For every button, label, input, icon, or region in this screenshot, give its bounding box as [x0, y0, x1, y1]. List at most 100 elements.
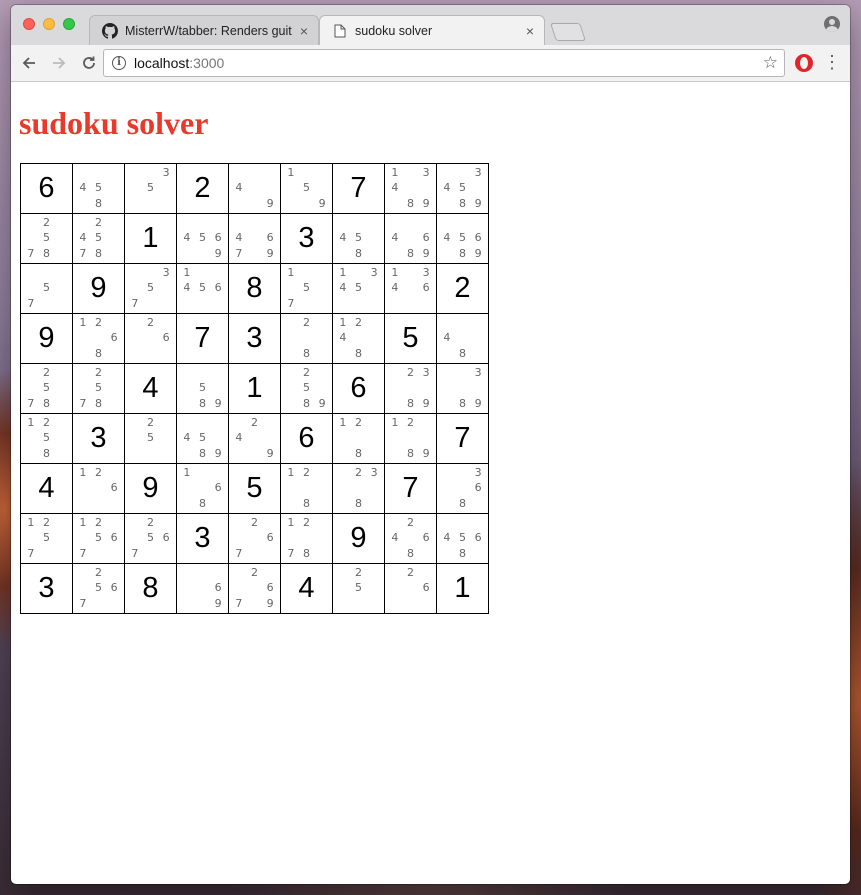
sudoku-cell-candidates[interactable]: 157	[281, 264, 333, 314]
profile-icon[interactable]	[824, 16, 840, 32]
sudoku-cell-candidates[interactable]: 48	[437, 314, 489, 364]
new-tab-button[interactable]	[550, 23, 586, 41]
sudoku-cell-solved[interactable]: 9	[333, 514, 385, 564]
sudoku-cell-candidates[interactable]: 1 3 45	[333, 264, 385, 314]
sudoku-cell-solved[interactable]: 8	[229, 264, 281, 314]
sudoku-cell-solved[interactable]: 1	[437, 564, 489, 614]
back-arrow-icon[interactable]	[17, 51, 41, 75]
sudoku-cell-solved[interactable]: 9	[125, 464, 177, 514]
sudoku-cell-candidates[interactable]: 1 3 489	[385, 164, 437, 214]
sudoku-cell-solved[interactable]: 4	[281, 564, 333, 614]
tab-github[interactable]: MisterrW/tabber: Renders guit ×	[89, 15, 319, 45]
sudoku-cell-solved[interactable]: 9	[21, 314, 73, 364]
sudoku-cell-candidates[interactable]: 2589	[281, 364, 333, 414]
sudoku-cell-candidates[interactable]: 2578	[73, 364, 125, 414]
sudoku-cell-candidates[interactable]: 357	[125, 264, 177, 314]
sudoku-cell-candidates[interactable]: 12 8	[281, 464, 333, 514]
sudoku-cell-solved[interactable]: 6	[333, 364, 385, 414]
sudoku-cell-candidates[interactable]: 26	[385, 564, 437, 614]
sudoku-cell-solved[interactable]: 5	[385, 314, 437, 364]
candidate-digit	[127, 180, 143, 195]
sudoku-cell-candidates[interactable]: 1248	[333, 314, 385, 364]
sudoku-cell-solved[interactable]: 6	[281, 414, 333, 464]
sudoku-cell-candidates[interactable]: 24 9	[229, 414, 281, 464]
sudoku-cell-solved[interactable]: 7	[177, 314, 229, 364]
sudoku-cell-solved[interactable]: 1	[125, 214, 177, 264]
sudoku-cell-candidates[interactable]: 4 689	[385, 214, 437, 264]
close-window-button[interactable]	[23, 18, 35, 30]
sudoku-cell-candidates[interactable]: 3 89	[437, 364, 489, 414]
sudoku-cell-candidates[interactable]: 458	[333, 214, 385, 264]
tab-sudoku-solver[interactable]: sudoku solver ×	[319, 15, 545, 45]
sudoku-cell-candidates[interactable]: 368	[437, 464, 489, 514]
sudoku-cell-solved[interactable]: 3	[21, 564, 73, 614]
sudoku-cell-candidates[interactable]: 23 89	[385, 364, 437, 414]
sudoku-cell-solved[interactable]: 6	[21, 164, 73, 214]
sudoku-cell-candidates[interactable]: 256 7	[125, 514, 177, 564]
sudoku-cell-candidates[interactable]: 1268	[73, 314, 125, 364]
candidate-digit	[106, 396, 122, 411]
sudoku-cell-solved[interactable]: 9	[73, 264, 125, 314]
sudoku-cell-candidates[interactable]: 28	[281, 314, 333, 364]
bookmark-star-icon[interactable]: ☆	[763, 53, 778, 73]
sudoku-cell-candidates[interactable]: 45689	[437, 214, 489, 264]
sudoku-cell-solved[interactable]: 2	[177, 164, 229, 214]
sudoku-cell-candidates[interactable]: 24578	[73, 214, 125, 264]
sudoku-cell-candidates[interactable]: 589	[177, 364, 229, 414]
close-tab-icon[interactable]: ×	[522, 23, 538, 39]
sudoku-cell-candidates[interactable]: 4 6 7 9	[229, 214, 281, 264]
reload-icon[interactable]	[77, 51, 101, 75]
sudoku-cell-solved[interactable]: 4	[21, 464, 73, 514]
sudoku-cell-candidates[interactable]: 1258	[21, 414, 73, 464]
sudoku-cell-candidates[interactable]: 49	[229, 164, 281, 214]
info-icon[interactable]: i	[112, 56, 126, 70]
sudoku-cell-solved[interactable]: 4	[125, 364, 177, 414]
sudoku-cell-solved[interactable]: 7	[385, 464, 437, 514]
sudoku-cell-candidates[interactable]: 26 7 9	[229, 564, 281, 614]
sudoku-cell-solved[interactable]: 3	[281, 214, 333, 264]
sudoku-cell-candidates[interactable]: 126	[73, 464, 125, 514]
close-tab-icon[interactable]: ×	[296, 23, 312, 39]
sudoku-cell-solved[interactable]: 5	[229, 464, 281, 514]
address-bar[interactable]: i localhost:3000 ☆	[103, 49, 785, 77]
sudoku-cell-candidates[interactable]: 57	[21, 264, 73, 314]
sudoku-cell-candidates[interactable]: 1256 7	[73, 514, 125, 564]
sudoku-cell-solved[interactable]: 8	[125, 564, 177, 614]
sudoku-cell-candidates[interactable]: 4569	[177, 214, 229, 264]
sudoku-cell-candidates[interactable]: 4589	[177, 414, 229, 464]
sudoku-cell-solved[interactable]: 3	[177, 514, 229, 564]
sudoku-cell-solved[interactable]: 1	[229, 364, 281, 414]
sudoku-cell-candidates[interactable]: 23 8	[333, 464, 385, 514]
sudoku-cell-candidates[interactable]: 25	[125, 414, 177, 464]
sudoku-cell-candidates[interactable]: 4568	[437, 514, 489, 564]
sudoku-cell-candidates[interactable]: 26 7	[229, 514, 281, 564]
sudoku-cell-candidates[interactable]: 24 68	[385, 514, 437, 564]
sudoku-cell-candidates[interactable]: 1257	[21, 514, 73, 564]
sudoku-cell-candidates[interactable]: 159	[281, 164, 333, 214]
sudoku-cell-candidates[interactable]: 12 89	[385, 414, 437, 464]
opera-extension-icon[interactable]	[795, 54, 813, 72]
sudoku-cell-solved[interactable]: 3	[229, 314, 281, 364]
sudoku-cell-solved[interactable]: 7	[437, 414, 489, 464]
sudoku-cell-candidates[interactable]: 26	[125, 314, 177, 364]
sudoku-cell-candidates[interactable]: 1456	[177, 264, 229, 314]
sudoku-cell-candidates[interactable]: 2578	[21, 364, 73, 414]
sudoku-cell-candidates[interactable]: 12 78	[281, 514, 333, 564]
sudoku-cell-candidates[interactable]: 1 3 4 6	[385, 264, 437, 314]
sudoku-cell-candidates[interactable]: 458	[73, 164, 125, 214]
sudoku-cell-candidates[interactable]: 25	[333, 564, 385, 614]
sudoku-cell-candidates[interactable]: 69	[177, 564, 229, 614]
sudoku-cell-candidates[interactable]: 2578	[21, 214, 73, 264]
minimize-window-button[interactable]	[43, 18, 55, 30]
sudoku-cell-solved[interactable]: 7	[333, 164, 385, 214]
sudoku-cell-candidates[interactable]: 1 68	[177, 464, 229, 514]
sudoku-cell-solved[interactable]: 3	[73, 414, 125, 464]
sudoku-cell-candidates[interactable]: 3 4589	[437, 164, 489, 214]
sudoku-cell-solved[interactable]: 2	[437, 264, 489, 314]
sudoku-cell-candidates[interactable]: 35	[125, 164, 177, 214]
forward-arrow-icon[interactable]	[47, 51, 71, 75]
zoom-window-button[interactable]	[63, 18, 75, 30]
sudoku-cell-candidates[interactable]: 12 8	[333, 414, 385, 464]
sudoku-cell-candidates[interactable]: 256 7	[73, 564, 125, 614]
more-menu-icon[interactable]: ⋮	[823, 51, 841, 73]
